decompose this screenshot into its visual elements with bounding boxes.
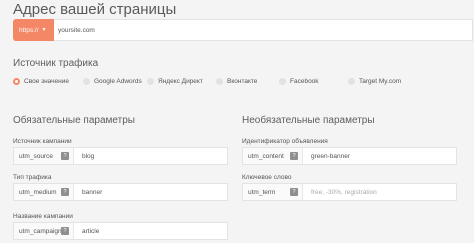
utm-term-input[interactable]: free, -30%, registration	[303, 184, 456, 200]
help-icon[interactable]: ?	[290, 152, 298, 160]
utm-source-input[interactable]: blog	[74, 148, 227, 164]
utm-source-label: Источник кампании	[13, 138, 72, 145]
utm-source-field: utm_source ? blog	[13, 147, 228, 165]
url-input[interactable]: yoursite.com	[54, 19, 473, 41]
page-title: Адрес вашей страницы	[13, 1, 177, 18]
radio-icon	[147, 78, 154, 85]
traffic-source-options: Свое значение Google Adwords Яндекс Дире…	[13, 78, 473, 90]
radio-selected-icon	[13, 78, 20, 85]
radio-icon	[348, 78, 355, 85]
optional-params-heading: Необязательные параметры	[242, 115, 375, 126]
radio-option-vkontakte[interactable]: Вконтакте	[216, 78, 257, 85]
param-key-text: utm_campaign	[19, 227, 62, 235]
radio-option-facebook[interactable]: Facebook	[279, 78, 319, 85]
utm-content-label: Идентификатор объявления	[242, 138, 328, 145]
help-icon[interactable]: ?	[290, 188, 298, 196]
utm-medium-field: utm_medium ? banner	[13, 183, 228, 201]
param-key-text: utm_medium	[19, 188, 57, 196]
protocol-label: https://	[19, 26, 39, 34]
utm-medium-label: Тип трафика	[13, 174, 52, 181]
url-row: https:// ▼ yoursite.com	[13, 19, 473, 41]
utm-medium-input[interactable]: banner	[74, 184, 227, 200]
utm-campaign-input[interactable]: article	[74, 223, 227, 239]
traffic-source-heading: Источник трафика	[13, 58, 99, 69]
utm-source-key: utm_source ?	[14, 148, 74, 164]
utm-campaign-key: utm_campaign ?	[14, 223, 74, 239]
utm-term-field: utm_term ? free, -30%, registration	[242, 183, 457, 201]
param-key-text: utm_content	[248, 152, 284, 160]
utm-campaign-label: Название кампании	[13, 213, 73, 220]
radio-option-target-mycom[interactable]: Target My.com	[348, 78, 401, 85]
radio-label: Свое значение	[24, 78, 69, 85]
utm-term-label: Ключевое слово	[242, 174, 292, 181]
radio-label: Вконтакте	[227, 78, 258, 85]
radio-icon	[83, 78, 90, 85]
param-key-text: utm_source	[19, 152, 53, 160]
radio-label: Яндекс Директ	[158, 78, 203, 85]
radio-icon	[279, 78, 286, 85]
protocol-dropdown[interactable]: https:// ▼	[13, 19, 54, 41]
radio-icon	[216, 78, 223, 85]
utm-medium-key: utm_medium ?	[14, 184, 74, 200]
utm-term-key: utm_term ?	[243, 184, 303, 200]
param-key-text: utm_term	[248, 188, 276, 196]
radio-label: Facebook	[290, 78, 319, 85]
radio-option-google-adwords[interactable]: Google Adwords	[83, 78, 142, 85]
chevron-down-icon: ▼	[41, 27, 47, 33]
required-params-heading: Обязательные параметры	[13, 115, 135, 126]
radio-label: Target My.com	[359, 78, 402, 85]
radio-label: Google Adwords	[94, 78, 142, 85]
utm-campaign-field: utm_campaign ? article	[13, 222, 228, 240]
help-icon[interactable]: ?	[61, 227, 69, 235]
radio-option-custom[interactable]: Свое значение	[13, 78, 69, 85]
utm-content-input[interactable]: green-banner	[303, 148, 456, 164]
utm-content-field: utm_content ? green-banner	[242, 147, 457, 165]
utm-content-key: utm_content ?	[243, 148, 303, 164]
help-icon[interactable]: ?	[61, 188, 69, 196]
help-icon[interactable]: ?	[61, 152, 69, 160]
radio-option-yandex-direct[interactable]: Яндекс Директ	[147, 78, 203, 85]
